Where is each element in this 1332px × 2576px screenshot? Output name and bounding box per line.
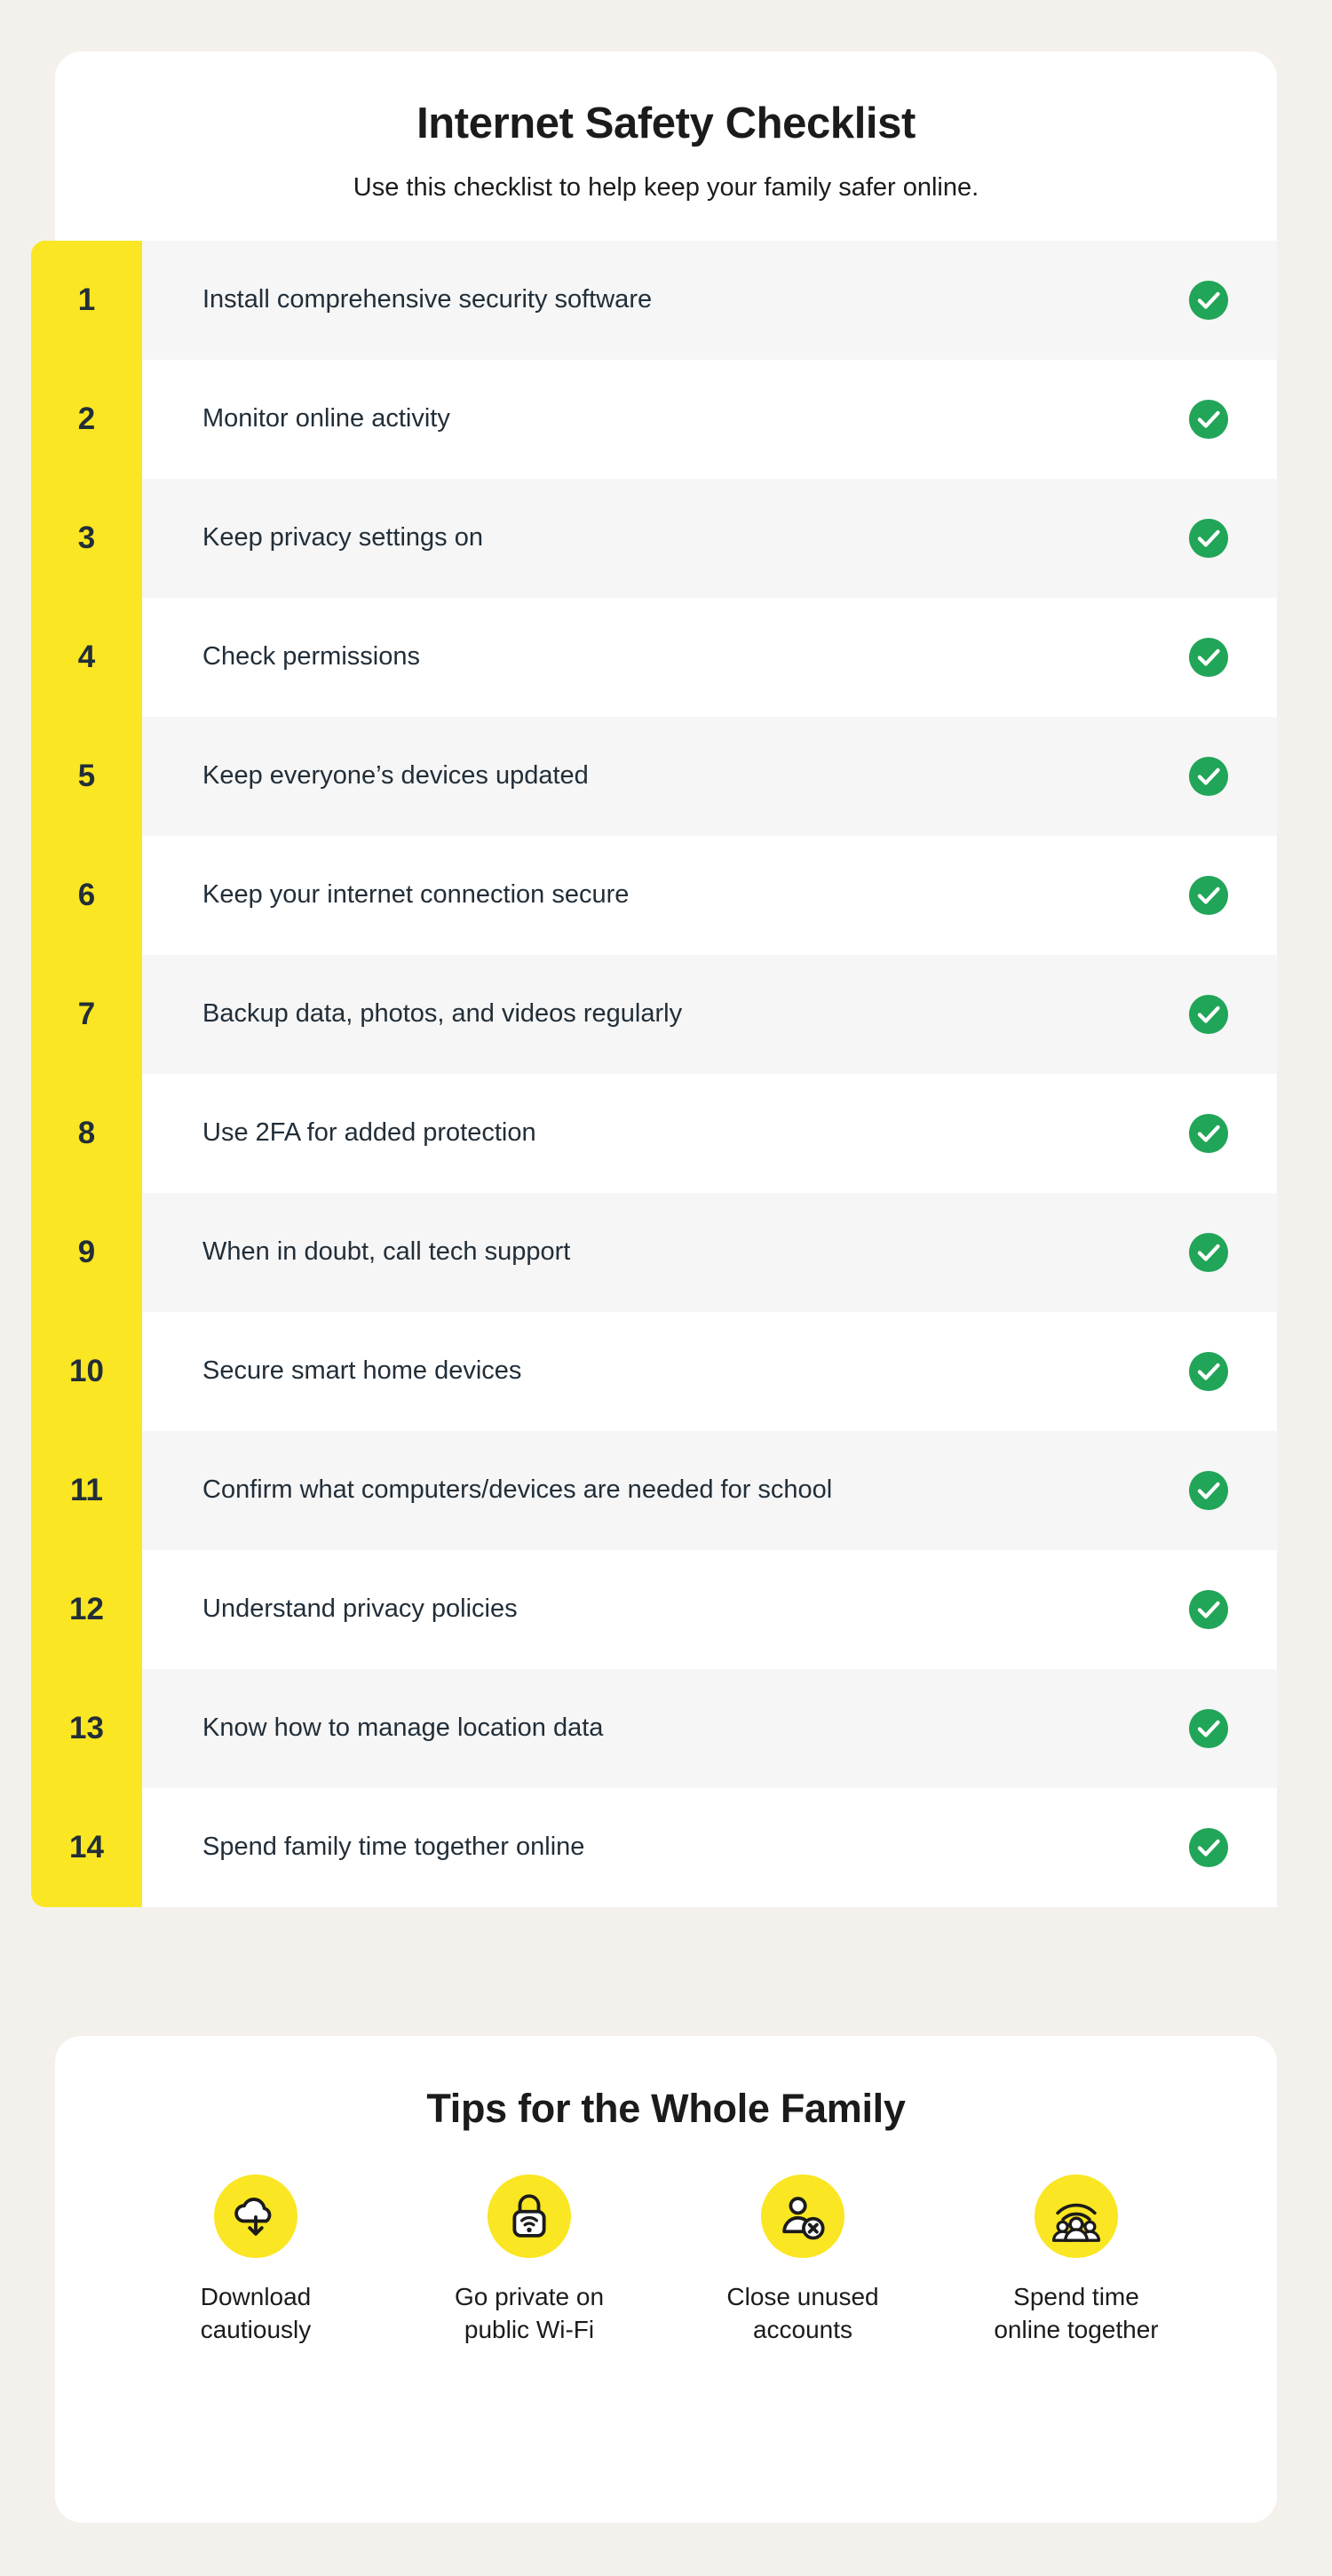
checklist-row-number: 4	[31, 597, 142, 717]
checklist-row[interactable]: 14 Spend family time together online	[31, 1787, 1277, 1907]
check-circle-icon[interactable]	[1188, 399, 1229, 440]
checklist-row-number: 1	[31, 240, 142, 360]
checklist-row[interactable]: 6 Keep your internet connection secure	[31, 835, 1277, 955]
checklist-rows: 1 Install comprehensive security software…	[31, 240, 1277, 1907]
tip-item[interactable]: Spend time online together	[965, 2174, 1187, 2347]
checklist-row-number: 14	[31, 1787, 142, 1907]
tip-label-line1: Download	[200, 2283, 312, 2310]
checklist-row[interactable]: 10 Secure smart home devices	[31, 1311, 1277, 1431]
checklist-row[interactable]: 1 Install comprehensive security software	[31, 240, 1277, 360]
check-circle-icon[interactable]	[1188, 756, 1229, 797]
checklist-row-label: Keep your internet connection secure	[202, 880, 630, 910]
checklist-row[interactable]: 12 Understand privacy policies	[31, 1549, 1277, 1669]
checklist-row-number: 7	[31, 954, 142, 1074]
checklist-row-label: Know how to manage location data	[202, 1713, 604, 1743]
card-header: Internet Safety Checklist Use this check…	[55, 52, 1277, 241]
checklist-row-number: 8	[31, 1073, 142, 1193]
tip-label: Spend time online together	[994, 2281, 1158, 2347]
checklist-row-number: 9	[31, 1192, 142, 1312]
check-circle-icon[interactable]	[1188, 1232, 1229, 1273]
checklist-row-label: Use 2FA for added protection	[202, 1118, 536, 1148]
check-circle-icon[interactable]	[1188, 1589, 1229, 1630]
page-title: Internet Safety Checklist	[416, 99, 916, 147]
check-circle-icon[interactable]	[1188, 637, 1229, 678]
check-circle-icon[interactable]	[1188, 518, 1229, 559]
checklist-row-number: 11	[31, 1430, 142, 1550]
checklist-row-number: 13	[31, 1668, 142, 1788]
checklist-row[interactable]: 11 Confirm what computers/devices are nee…	[31, 1430, 1277, 1550]
tip-label-line1: Close unused	[726, 2283, 879, 2310]
check-circle-icon[interactable]	[1188, 1113, 1229, 1154]
checklist-row-number: 12	[31, 1549, 142, 1669]
checklist-row-label: Spend family time together online	[202, 1833, 585, 1862]
tip-label-line1: Go private on	[454, 2283, 605, 2310]
cloud-download-icon	[214, 2174, 297, 2258]
checklist-row-label: When in doubt, call tech support	[202, 1237, 571, 1267]
check-circle-icon[interactable]	[1188, 280, 1229, 321]
checklist-row-number: 6	[31, 835, 142, 955]
checklist-row-label: Secure smart home devices	[202, 1356, 522, 1386]
tip-item[interactable]: Download cautiously	[145, 2174, 367, 2347]
lock-wifi-icon	[488, 2174, 571, 2258]
tips-grid: Download cautiously Go private on public Wi…	[55, 2174, 1277, 2347]
checklist-row[interactable]: 3 Keep privacy settings on	[31, 478, 1277, 598]
user-remove-icon	[761, 2174, 844, 2258]
checklist-row-label: Understand privacy policies	[202, 1594, 518, 1624]
check-circle-icon[interactable]	[1188, 994, 1229, 1035]
checklist-row[interactable]: 7 Backup data, photos, and videos regular…	[31, 954, 1277, 1074]
check-circle-icon[interactable]	[1188, 1351, 1229, 1392]
checklist-row-label: Confirm what computers/devices are neede…	[202, 1475, 833, 1505]
checklist-row[interactable]: 13 Know how to manage location data	[31, 1668, 1277, 1788]
tip-label-line1: Spend time	[1013, 2283, 1139, 2310]
checklist-row-number: 10	[31, 1311, 142, 1431]
check-circle-icon[interactable]	[1188, 1708, 1229, 1749]
tip-label-line2: public Wi-Fi	[464, 2315, 595, 2343]
check-circle-icon[interactable]	[1188, 1827, 1229, 1868]
tip-item[interactable]: Close unused accounts	[692, 2174, 914, 2347]
checklist-row-number: 5	[31, 716, 142, 836]
checklist-row-label: Keep everyone’s devices updated	[202, 761, 589, 791]
tip-item[interactable]: Go private on public Wi-Fi	[418, 2174, 640, 2347]
checklist-row-label: Keep privacy settings on	[202, 523, 483, 553]
tip-label-line2: online together	[994, 2315, 1159, 2343]
checklist-row-label: Check permissions	[202, 642, 420, 672]
checklist-row-label: Backup data, photos, and videos regularl…	[202, 999, 683, 1029]
tip-label: Go private on public Wi-Fi	[455, 2281, 604, 2347]
page-subtitle: Use this checklist to help keep your fam…	[353, 172, 979, 202]
tip-label-line2: cautiously	[200, 2315, 312, 2343]
tips-title: Tips for the Whole Family	[426, 2086, 906, 2131]
checklist-row-label: Monitor online activity	[202, 404, 450, 433]
checklist-row[interactable]: 4 Check permissions	[31, 597, 1277, 717]
tip-label: Close unused accounts	[726, 2281, 878, 2347]
checklist-row[interactable]: 9 When in doubt, call tech support	[31, 1192, 1277, 1312]
checklist-row-number: 2	[31, 359, 142, 479]
check-circle-icon[interactable]	[1188, 875, 1229, 916]
checklist-row[interactable]: 2 Monitor online activity	[31, 359, 1277, 479]
tip-label: Download cautiously	[201, 2281, 312, 2347]
checklist-row-number: 3	[31, 478, 142, 598]
tips-card: Tips for the Whole Family Download cautio…	[55, 2036, 1277, 2523]
infographic-page: Internet Safety Checklist Use this check…	[0, 0, 1332, 2576]
checklist-card: Internet Safety Checklist Use this check…	[31, 52, 1277, 1907]
checklist-row[interactable]: 5 Keep everyone’s devices updated	[31, 716, 1277, 836]
checklist-row[interactable]: 8 Use 2FA for added protection	[31, 1073, 1277, 1193]
tip-label-line2: accounts	[752, 2315, 853, 2343]
people-wifi-icon	[1035, 2174, 1118, 2258]
check-circle-icon[interactable]	[1188, 1470, 1229, 1511]
checklist-row-label: Install comprehensive security software	[202, 285, 653, 314]
